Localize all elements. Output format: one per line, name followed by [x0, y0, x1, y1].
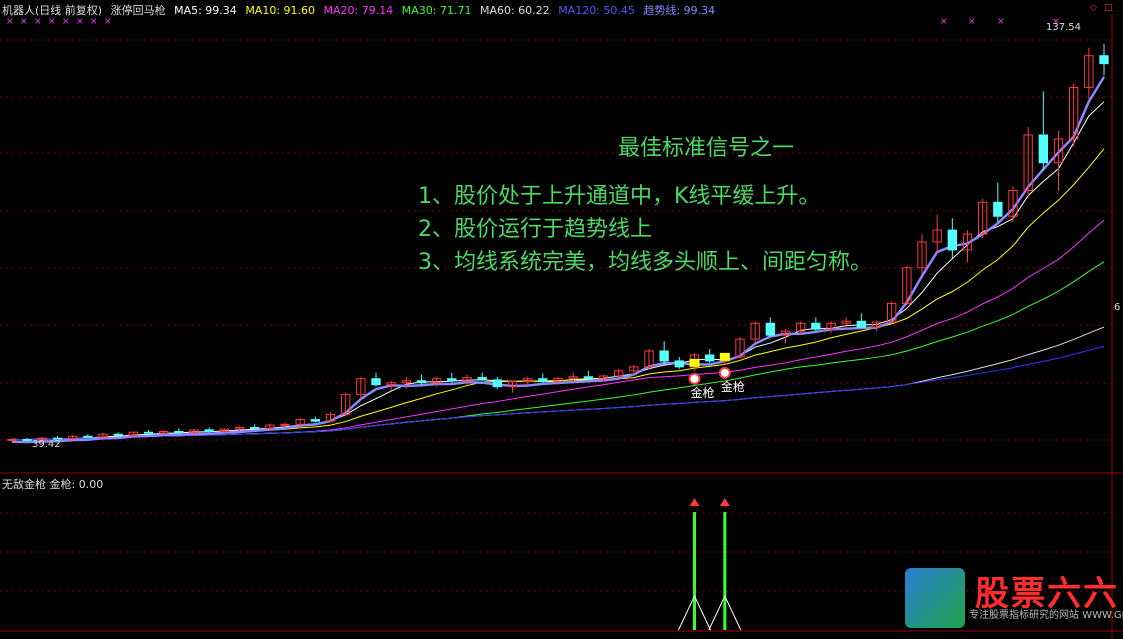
signal-arrow-icon: [719, 498, 730, 506]
note-line-2: 2、股价运行于趋势线上: [418, 217, 652, 242]
candle-body: [993, 201, 1003, 217]
candle-body: [674, 360, 685, 368]
candle-body: [113, 433, 123, 436]
candle-body: [447, 378, 457, 382]
sub-panel-title[interactable]: 无敌金枪: [2, 478, 46, 491]
ma20-readout: MA20: 79.14: [323, 4, 394, 17]
candle-body: [477, 377, 487, 381]
top-marker-icon: ×: [34, 17, 42, 27]
note-line-3: 3、均线系统完美，均线多头顺上、间距匀称。: [418, 250, 872, 275]
top-marker-icon: ×: [20, 17, 28, 27]
signal-marker: [719, 352, 730, 361]
top-marker-icon: ×: [968, 17, 976, 27]
ma120-line: [11, 345, 1105, 441]
candle-body: [492, 379, 503, 388]
signal-marker: [689, 358, 700, 367]
logo-mark-icon: [905, 568, 965, 628]
candle-body: [583, 376, 594, 380]
top-marker-icon: ×: [940, 17, 948, 27]
ma10-readout: MA10: 91.60: [245, 4, 316, 17]
candle-body: [659, 350, 669, 362]
site-logo: 股票六六 专注股票指标研究的网站 WWW.GP66.CN: [905, 568, 1123, 630]
chart-header: 机器人(日线 前复权) 涨停回马枪 MA5: 99.34 MA10: 91.60…: [2, 2, 720, 18]
candle-body: [1099, 55, 1109, 65]
study-name[interactable]: 涨停回马枪: [111, 4, 166, 17]
candle-body: [249, 426, 260, 429]
candle-body: [7, 438, 17, 441]
logo-subtitle: 专注股票指标研究的网站 WWW.GP66.CN: [969, 610, 1123, 621]
candle-body: [22, 438, 32, 441]
top-marker-icon: ×: [104, 17, 112, 27]
ma120-readout: MA120: 50.45: [558, 4, 635, 17]
signal-label: 金枪: [691, 385, 715, 400]
top-marker-icon: ×: [48, 17, 56, 27]
candle-body: [143, 431, 154, 434]
candle-body: [538, 378, 548, 383]
chart-canvas: 金枪 金枪× × × × × × × × × × × ×: [0, 14, 1123, 639]
ma5-readout: MA5: 99.34: [174, 4, 237, 17]
right-edge-label: 6: [1114, 302, 1121, 313]
symbol-name[interactable]: 机器人(日线 前复权): [2, 4, 102, 17]
restore-icon[interactable]: ◇: [1090, 3, 1097, 13]
ma60-readout: MA60: 60.22: [479, 4, 550, 17]
signal-label: 金枪: [721, 379, 745, 394]
sub-panel-header: 无敌金枪 金枪: 0.00: [2, 476, 103, 492]
candle-body: [765, 322, 776, 336]
signal-dot: [718, 366, 731, 379]
candle-body: [310, 419, 321, 422]
candle-body: [811, 322, 821, 330]
top-marker-icon: ×: [76, 17, 84, 27]
high-price-label: 137.54: [1046, 22, 1081, 33]
candle-body: [856, 320, 867, 328]
signal-arrow-icon: [689, 498, 700, 506]
signal-dot: [688, 372, 701, 385]
ma30-line: [11, 261, 1105, 441]
maximize-icon[interactable]: □: [1104, 3, 1113, 13]
top-marker-icon: ×: [62, 17, 70, 27]
sub-panel-value: 金枪: 0.00: [49, 478, 104, 491]
candle-body: [280, 423, 290, 426]
candle-body: [204, 429, 214, 432]
top-marker-icon: ×: [997, 17, 1005, 27]
top-marker-icon: ×: [6, 17, 14, 27]
trend-readout: 趋势线: 99.34: [643, 4, 716, 17]
top-marker-icon: ×: [90, 17, 98, 27]
note-line-1: 1、股价处于上升通道中，K线平缓上升。: [418, 184, 821, 209]
candle-body: [174, 430, 184, 434]
ma30-readout: MA30: 71.71: [401, 4, 472, 17]
candle-body: [947, 229, 958, 251]
candle-body: [371, 378, 381, 386]
low-price-label: 39.42: [32, 439, 61, 450]
candle-body: [416, 380, 427, 384]
candle-body: [83, 435, 93, 438]
note-title: 最佳标准信号之一: [618, 136, 795, 161]
candle-body: [704, 354, 715, 362]
candle-body: [1038, 134, 1049, 164]
